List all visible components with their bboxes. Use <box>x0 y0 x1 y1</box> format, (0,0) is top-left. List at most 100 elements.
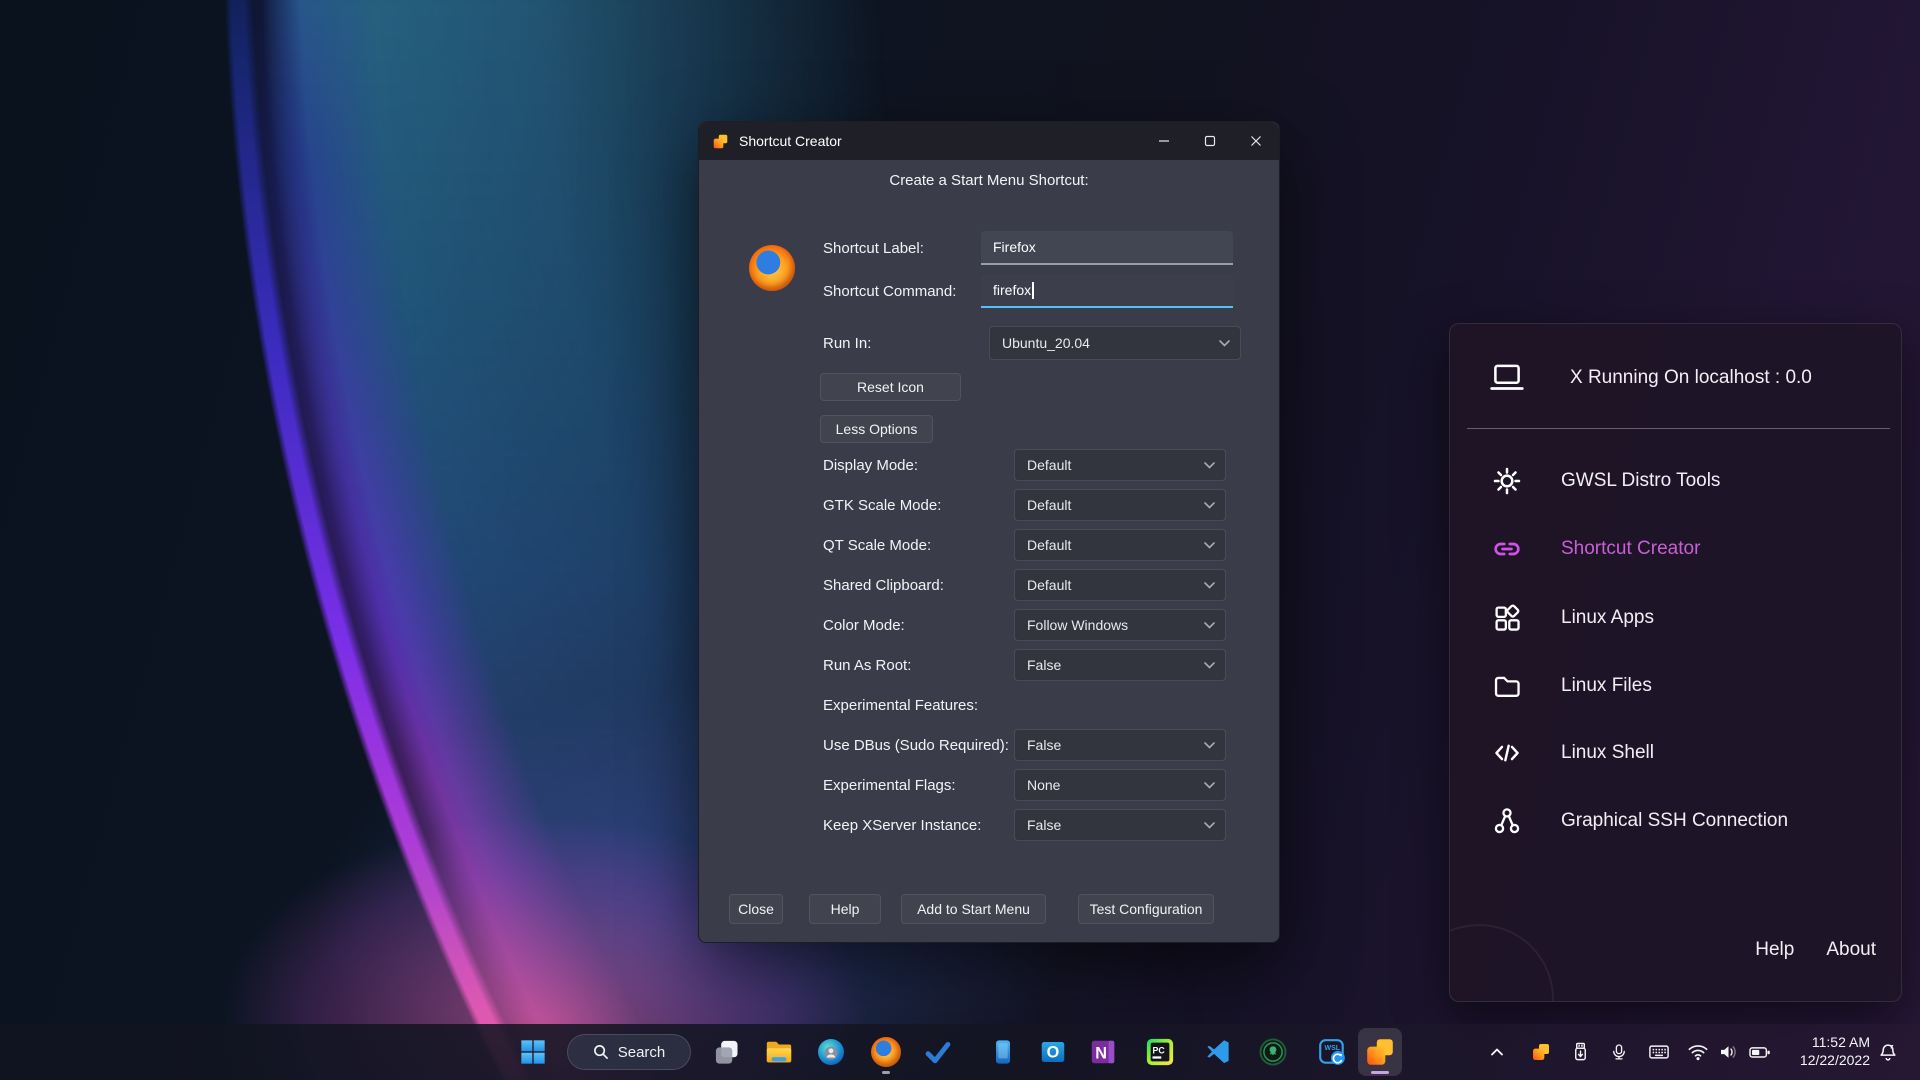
option-row-experimental-features: Experimental Features: <box>699 689 1279 721</box>
search-label: Search <box>618 1044 666 1061</box>
shared-clipboard-select[interactable]: Default <box>1014 569 1226 601</box>
battery-button[interactable] <box>1745 1032 1775 1072</box>
panel-item-label: Linux Apps <box>1561 607 1654 629</box>
file-explorer-button[interactable] <box>759 1032 799 1072</box>
windows-start-icon <box>519 1038 547 1066</box>
option-label: Experimental Features: <box>823 689 978 721</box>
check-icon <box>924 1038 952 1066</box>
maximize-button[interactable] <box>1187 122 1233 160</box>
panel-item-graphical-ssh[interactable]: Graphical SSH Connection <box>1490 800 1881 842</box>
qt-scale-mode-select[interactable]: Default <box>1014 529 1226 561</box>
close-button[interactable] <box>1233 122 1279 160</box>
option-label: Run As Root: <box>823 649 911 681</box>
hidden-icons-button[interactable] <box>1482 1032 1512 1072</box>
keep-xserver-select[interactable]: False <box>1014 809 1226 841</box>
help-button[interactable]: Help <box>809 894 881 924</box>
x-server-status-text: X Running On localhost : 0.0 <box>1570 367 1812 389</box>
panel-item-label: GWSL Distro Tools <box>1561 470 1720 492</box>
desktop: Shortcut Creator Create a Start Menu Sho… <box>0 0 1920 1080</box>
test-configuration-button[interactable]: Test Configuration <box>1078 894 1214 924</box>
option-row-shared-clipboard: Shared Clipboard: Default <box>699 569 1279 601</box>
option-row-gtk-scale: GTK Scale Mode: Default <box>699 489 1279 521</box>
vscode-button[interactable] <box>1198 1032 1238 1072</box>
less-options-button[interactable]: Less Options <box>820 415 933 443</box>
green-ring-app-button[interactable] <box>1253 1032 1293 1072</box>
green-ring-app-icon <box>1258 1037 1288 1067</box>
panel-about-link[interactable]: About <box>1826 939 1876 961</box>
gwsl-tray-icon <box>1531 1042 1551 1062</box>
use-dbus-select[interactable]: False <box>1014 729 1226 761</box>
option-row-color-mode: Color Mode: Follow Windows <box>699 609 1279 641</box>
option-row-use-dbus: Use DBus (Sudo Required): False <box>699 729 1279 761</box>
start-button[interactable] <box>513 1032 553 1072</box>
wsl-utility-button[interactable]: WSL <box>1312 1032 1352 1072</box>
color-mode-select[interactable]: Follow Windows <box>1014 609 1226 641</box>
chevron-up-icon <box>1489 1044 1505 1060</box>
panel-item-shortcut-creator[interactable]: Shortcut Creator <box>1490 528 1881 570</box>
chevron-down-icon <box>1204 542 1215 549</box>
gwsl-icon <box>1364 1036 1396 1068</box>
panel-item-linux-shell[interactable]: Linux Shell <box>1490 732 1881 774</box>
experimental-flags-select[interactable]: None <box>1014 769 1226 801</box>
option-label: Color Mode: <box>823 609 905 641</box>
panel-divider <box>1467 428 1890 429</box>
outlook-icon: O <box>1038 1037 1068 1067</box>
svg-text:N: N <box>1095 1044 1107 1062</box>
option-label: Shared Clipboard: <box>823 569 944 601</box>
gwsl-tray-button[interactable] <box>1526 1032 1556 1072</box>
shortcut-command-input[interactable]: firefox <box>981 274 1233 308</box>
minimize-button[interactable] <box>1141 122 1187 160</box>
display-mode-select[interactable]: Default <box>1014 449 1226 481</box>
todo-app-button[interactable] <box>918 1032 958 1072</box>
option-row-experimental-flags: Experimental Flags: None <box>699 769 1279 801</box>
microphone-button[interactable] <box>1604 1032 1634 1072</box>
phone-link-button[interactable] <box>983 1032 1023 1072</box>
file-explorer-icon <box>764 1037 794 1067</box>
pycharm-button[interactable]: PC <box>1140 1032 1180 1072</box>
maximize-icon <box>1204 135 1216 147</box>
volume-icon <box>1718 1042 1739 1062</box>
usb-icon <box>1571 1041 1590 1063</box>
taskbar-clock[interactable]: 11:52 AM 12/22/2022 <box>1778 1034 1870 1069</box>
option-label: Keep XServer Instance: <box>823 809 981 841</box>
edge-browser-button[interactable] <box>811 1032 851 1072</box>
add-to-start-menu-button[interactable]: Add to Start Menu <box>901 894 1046 924</box>
gtk-scale-mode-select[interactable]: Default <box>1014 489 1226 521</box>
wsl-icon: WSL <box>1317 1037 1347 1067</box>
option-label: Display Mode: <box>823 449 918 481</box>
chevron-down-icon <box>1204 662 1215 669</box>
run-in-select[interactable]: Ubuntu_20.04 <box>989 326 1241 360</box>
volume-button[interactable] <box>1713 1032 1743 1072</box>
panel-help-link[interactable]: Help <box>1755 939 1794 961</box>
close-dialog-button[interactable]: Close <box>729 894 783 924</box>
task-view-button[interactable] <box>707 1032 747 1072</box>
laptop-icon <box>1488 363 1526 393</box>
link-icon <box>1490 532 1524 566</box>
task-view-icon <box>713 1038 741 1066</box>
option-row-qt-scale: QT Scale Mode: Default <box>699 529 1279 561</box>
shortcut-label-input[interactable]: Firefox <box>981 231 1233 265</box>
firefox-shortcut-icon <box>749 245 795 291</box>
panel-item-linux-files[interactable]: Linux Files <box>1490 665 1881 707</box>
chevron-down-icon <box>1204 742 1215 749</box>
outlook-button[interactable]: O <box>1033 1032 1073 1072</box>
chevron-down-icon <box>1204 462 1215 469</box>
touch-keyboard-button[interactable] <box>1644 1032 1674 1072</box>
onenote-button[interactable]: N <box>1083 1032 1123 1072</box>
panel-item-linux-apps[interactable]: Linux Apps <box>1490 597 1881 639</box>
window-title: Shortcut Creator <box>739 133 842 149</box>
vscode-icon <box>1204 1038 1232 1066</box>
gwsl-taskbar-button[interactable] <box>1358 1028 1402 1076</box>
window-titlebar[interactable]: Shortcut Creator <box>699 122 1279 160</box>
usb-eject-button[interactable] <box>1565 1032 1595 1072</box>
panel-item-gwsl-distro-tools[interactable]: GWSL Distro Tools <box>1490 460 1881 502</box>
gwsl-active-indicator <box>1371 1071 1389 1074</box>
reset-icon-button[interactable]: Reset Icon <box>820 373 961 401</box>
run-as-root-select[interactable]: False <box>1014 649 1226 681</box>
wifi-button[interactable] <box>1683 1032 1713 1072</box>
notification-center-button[interactable]: z <box>1872 1032 1904 1072</box>
taskbar-search[interactable]: Search <box>567 1034 691 1070</box>
panel-item-label: Graphical SSH Connection <box>1561 810 1788 832</box>
option-label: QT Scale Mode: <box>823 529 931 561</box>
firefox-button[interactable] <box>866 1032 906 1072</box>
